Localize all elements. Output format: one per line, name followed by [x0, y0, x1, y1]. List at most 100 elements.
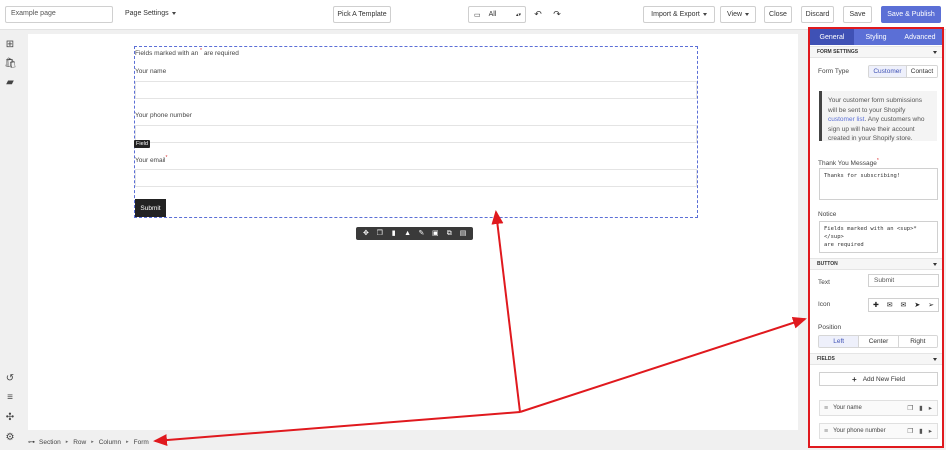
field-list-item[interactable]: ≡ Your name ❐ ▮ ▸	[819, 400, 938, 416]
lock-icon[interactable]: ▲	[403, 227, 413, 240]
thank-you-label-text: Thank You Message	[818, 160, 877, 168]
required-star: *	[876, 158, 879, 164]
add-field-label: Add New Field	[862, 375, 905, 383]
chevron-down-icon	[702, 13, 707, 16]
field-label-email: Your email*	[135, 155, 167, 164]
field-label-name-text: Your name	[135, 68, 167, 75]
chevron-down-icon	[933, 51, 937, 54]
edit-pencil-icon[interactable]: ✎	[416, 227, 426, 240]
email-input[interactable]	[135, 169, 697, 187]
chevron-right-icon: ▸	[126, 439, 129, 445]
tab-styling[interactable]: Styling	[854, 29, 898, 45]
required-star: *	[165, 155, 168, 161]
breadcrumb-form[interactable]: Form	[134, 439, 149, 446]
position-left[interactable]: Left	[819, 336, 859, 347]
integrations-icon[interactable]: ✣	[4, 412, 16, 424]
desktop-icon: ▭	[474, 11, 481, 19]
customer-list-link[interactable]: customer list	[828, 116, 864, 123]
breadcrumb-column[interactable]: Column	[99, 439, 121, 446]
plus-icon: +	[852, 374, 857, 384]
duplicate-icon[interactable]: ❐	[375, 227, 385, 240]
device-select[interactable]: ▭ All ▴▾	[468, 6, 526, 23]
discard-button[interactable]: Discard	[801, 6, 834, 23]
expand-icon[interactable]: ▸	[929, 404, 932, 412]
save-publish-button[interactable]: Save & Publish	[881, 6, 941, 23]
notice-label: Notice	[818, 211, 837, 218]
view-label: View	[726, 11, 743, 18]
expand-icon[interactable]: ▸	[929, 427, 932, 435]
chevron-right-icon: ▸	[65, 439, 69, 445]
element-toolbar: ✥ ❐ ▮ ▲ ✎ ▣ ⧉ ▤	[356, 227, 473, 240]
settings-panel: General Styling Advanced FORM SETTINGS F…	[808, 27, 944, 448]
breadcrumb-row[interactable]: Row	[73, 439, 86, 446]
chevron-right-icon: ▸	[91, 439, 94, 445]
drag-handle-icon[interactable]: ≡	[824, 428, 828, 435]
form-type-customer[interactable]: Customer	[869, 66, 906, 77]
sitemap-icon: ⊶	[28, 439, 35, 446]
duplicate-icon[interactable]: ❐	[907, 404, 913, 412]
close-button[interactable]: Close	[764, 6, 792, 23]
form-type-label: Form Type	[818, 68, 849, 75]
trash-icon[interactable]: ▮	[389, 227, 399, 240]
import-export-label: Import & Export	[651, 11, 700, 18]
thank-you-textarea[interactable]: Thanks for subscribing!	[819, 168, 938, 200]
breadcrumb-section[interactable]: Section	[39, 439, 61, 446]
chevron-down-icon	[933, 358, 937, 361]
fields-section-header[interactable]: FIELDS	[810, 353, 942, 365]
select-arrows-icon: ▴▾	[515, 11, 521, 18]
required-star: *	[200, 48, 202, 54]
send-outline-icon[interactable]: ➢	[924, 299, 938, 311]
page-name-input[interactable]: Example page	[5, 6, 113, 23]
history-icon[interactable]: ↺	[4, 373, 16, 385]
button-text-input[interactable]: Submit	[868, 274, 939, 287]
form-required-note: Fields marked with an * are required	[135, 48, 239, 57]
info-callout: Your customer form submissions will be s…	[819, 91, 937, 142]
drag-handle-icon[interactable]: ≡	[824, 405, 828, 412]
editor-canvas: Fields marked with an * are required You…	[28, 34, 798, 430]
page-settings-label: Page Settings	[125, 10, 169, 17]
view-menu[interactable]: View	[720, 6, 756, 23]
paste-icon[interactable]: ▤	[458, 227, 468, 240]
move-icon[interactable]: ✥	[361, 227, 371, 240]
button-section-header[interactable]: BUTTON	[810, 258, 942, 270]
form-settings-header[interactable]: FORM SETTINGS	[810, 46, 942, 58]
add-element-icon[interactable]: ⊞	[4, 39, 16, 51]
notice-textarea[interactable]: Fields marked with an <sup>*</sup> are r…	[819, 221, 938, 253]
envelope-filled-icon[interactable]: ✉	[883, 299, 897, 311]
trash-icon[interactable]: ▮	[919, 404, 923, 412]
pick-template-button[interactable]: Pick A Template	[333, 6, 391, 23]
tab-general[interactable]: General	[810, 29, 854, 45]
gear-icon[interactable]: ⚙	[4, 432, 16, 444]
position-right[interactable]: Right	[897, 336, 937, 347]
position-toggle: Left Center Right	[818, 335, 938, 348]
tab-advanced[interactable]: Advanced	[898, 29, 942, 45]
trash-icon[interactable]: ▮	[919, 427, 923, 435]
plus-icon[interactable]: ✚	[869, 299, 883, 311]
button-section-title: BUTTON	[817, 261, 838, 267]
copy-icon[interactable]: ⧉	[444, 227, 454, 240]
redo-icon[interactable]: ↷	[550, 6, 564, 23]
layers-icon[interactable]: ≡	[4, 392, 16, 404]
folder-icon[interactable]: ▰	[4, 77, 16, 89]
text-label: Text	[818, 279, 830, 286]
undo-icon[interactable]: ↶	[531, 6, 545, 23]
submit-button[interactable]: Submit	[135, 199, 166, 217]
import-export-menu[interactable]: Import & Export	[643, 6, 715, 23]
save-element-icon[interactable]: ▣	[430, 227, 440, 240]
add-new-field-button[interactable]: + Add New Field	[819, 372, 938, 386]
top-toolbar: Example page Page Settings Pick A Templa…	[0, 0, 946, 30]
page-settings-menu[interactable]: Page Settings	[125, 10, 176, 17]
position-center[interactable]: Center	[858, 336, 898, 347]
field-list-item[interactable]: ≡ Your phone number ❐ ▮ ▸	[819, 423, 938, 439]
save-button[interactable]: Save	[843, 6, 872, 23]
field-label-phone-text: Your phone number	[135, 112, 192, 119]
phone-input[interactable]	[135, 125, 697, 143]
envelope-outline-icon[interactable]: ✉	[897, 299, 911, 311]
form-settings-title: FORM SETTINGS	[817, 49, 859, 55]
duplicate-icon[interactable]: ❐	[907, 427, 913, 435]
shopify-bag-icon[interactable]: 🛍	[4, 58, 17, 70]
name-input[interactable]	[135, 81, 697, 99]
send-filled-icon[interactable]: ➤	[910, 299, 924, 311]
position-label: Position	[818, 324, 842, 331]
form-type-contact[interactable]: Contact	[905, 66, 937, 77]
